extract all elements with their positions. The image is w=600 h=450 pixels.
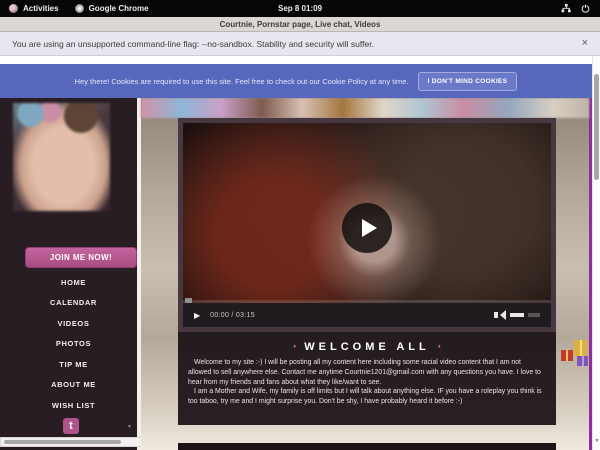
sidebar-item-calendar[interactable]: CALENDAR: [10, 293, 137, 314]
welcome-title: WELCOME ALL: [304, 341, 429, 353]
focused-app-menu[interactable]: Google Chrome: [75, 4, 149, 13]
welcome-paragraph-2: I am a Mother and Wife, my family is off…: [188, 387, 546, 407]
sidebar-item-videos[interactable]: VIDEOS: [10, 313, 137, 334]
header-photo-strip: [141, 98, 589, 118]
next-section-edge: [178, 443, 556, 450]
main-content: ▶ 00:00 / 03:15: [141, 98, 592, 450]
welcome-text: Welcome to my site :-) I will be posting…: [178, 353, 556, 407]
gift-decoration-yellow: [574, 340, 587, 356]
sidebar-item-tip-me[interactable]: TIP ME: [10, 354, 137, 375]
site-page: JOIN ME NOW! HOME CALENDAR VIDEOS PHOTOS…: [0, 98, 592, 450]
window-title-bar[interactable]: Courtnie, Pornstar page, Live chat, Vide…: [0, 17, 600, 32]
system-top-bar: Activities Google Chrome Sep 8 01:09: [0, 0, 600, 17]
gift-decoration-red: [561, 350, 573, 361]
activities-icon: [9, 4, 18, 13]
play-control-icon[interactable]: ▶: [194, 311, 200, 320]
sidebar-item-wish-list[interactable]: WISH LIST: [10, 395, 137, 416]
volume-icon: [494, 312, 498, 318]
sidebar-scroll-down-icon[interactable]: ▼: [127, 424, 132, 430]
sidebar-item-about-me[interactable]: ABOUT ME: [10, 375, 137, 396]
cookie-message: Hey there! Cookies are required to use t…: [75, 77, 409, 86]
scroll-down-icon[interactable]: ▼: [593, 438, 600, 444]
sidebar-menu: HOME CALENDAR VIDEOS PHOTOS TIP ME ABOUT…: [10, 272, 137, 416]
desktop-screen: Activities Google Chrome Sep 8 01:09 Cou…: [0, 0, 600, 450]
sidebar-item-home[interactable]: HOME: [10, 272, 137, 293]
welcome-heading: ♦ WELCOME ALL ♦: [178, 341, 556, 353]
volume-level-bar[interactable]: [510, 313, 524, 317]
volume-level-bar-empty[interactable]: [528, 313, 540, 317]
activities-label: Activities: [23, 4, 59, 13]
horizontal-scrollbar[interactable]: ►: [0, 437, 162, 447]
video-player: ▶ 00:00 / 03:15: [178, 118, 556, 332]
network-icon: [561, 4, 571, 13]
cookie-banner: Hey there! Cookies are required to use t…: [0, 64, 592, 98]
power-icon: [581, 4, 590, 13]
cookie-accept-button[interactable]: I DON'T MIND COOKIES: [418, 72, 518, 91]
warning-text: You are using an unsupported command-lin…: [12, 39, 374, 49]
system-tray[interactable]: [561, 4, 600, 13]
warning-close-icon[interactable]: ×: [582, 38, 588, 49]
browser-viewport: Hey there! Cookies are required to use t…: [0, 56, 600, 450]
play-icon: [362, 219, 377, 237]
vertical-scrollbar-thumb[interactable]: [594, 74, 599, 180]
chrome-warning-bar: You are using an unsupported command-lin…: [0, 32, 600, 56]
gift-decoration-purple: [577, 356, 588, 366]
activities-button[interactable]: Activities: [0, 4, 59, 13]
player-controls: ▶ 00:00 / 03:15: [183, 303, 551, 327]
join-me-now-button[interactable]: JOIN ME NOW!: [25, 247, 137, 268]
chrome-icon: [75, 4, 84, 13]
time-display: 00:00 / 03:15: [210, 312, 255, 319]
twitter-icon[interactable]: t: [63, 418, 79, 434]
horizontal-scrollbar-thumb[interactable]: [4, 440, 121, 444]
sidebar-item-photos[interactable]: PHOTOS: [10, 334, 137, 355]
diamond-bullet-icon: ♦: [438, 344, 441, 350]
app-name-label: Google Chrome: [89, 4, 149, 13]
video-frame[interactable]: ▶ 00:00 / 03:15: [183, 123, 551, 327]
vertical-scrollbar[interactable]: ▼: [592, 56, 600, 450]
window-title: Courtnie, Pornstar page, Live chat, Vide…: [220, 20, 381, 29]
sidebar: JOIN ME NOW! HOME CALENDAR VIDEOS PHOTOS…: [10, 98, 137, 450]
profile-photo: [13, 103, 110, 211]
welcome-paragraph-1: Welcome to my site :-) I will be posting…: [188, 358, 546, 387]
volume-control[interactable]: [494, 310, 540, 320]
diamond-bullet-icon: ♦: [293, 344, 296, 350]
play-button[interactable]: [342, 203, 392, 253]
welcome-section: ♦ WELCOME ALL ♦ Welcome to my site :-) I…: [178, 332, 556, 425]
